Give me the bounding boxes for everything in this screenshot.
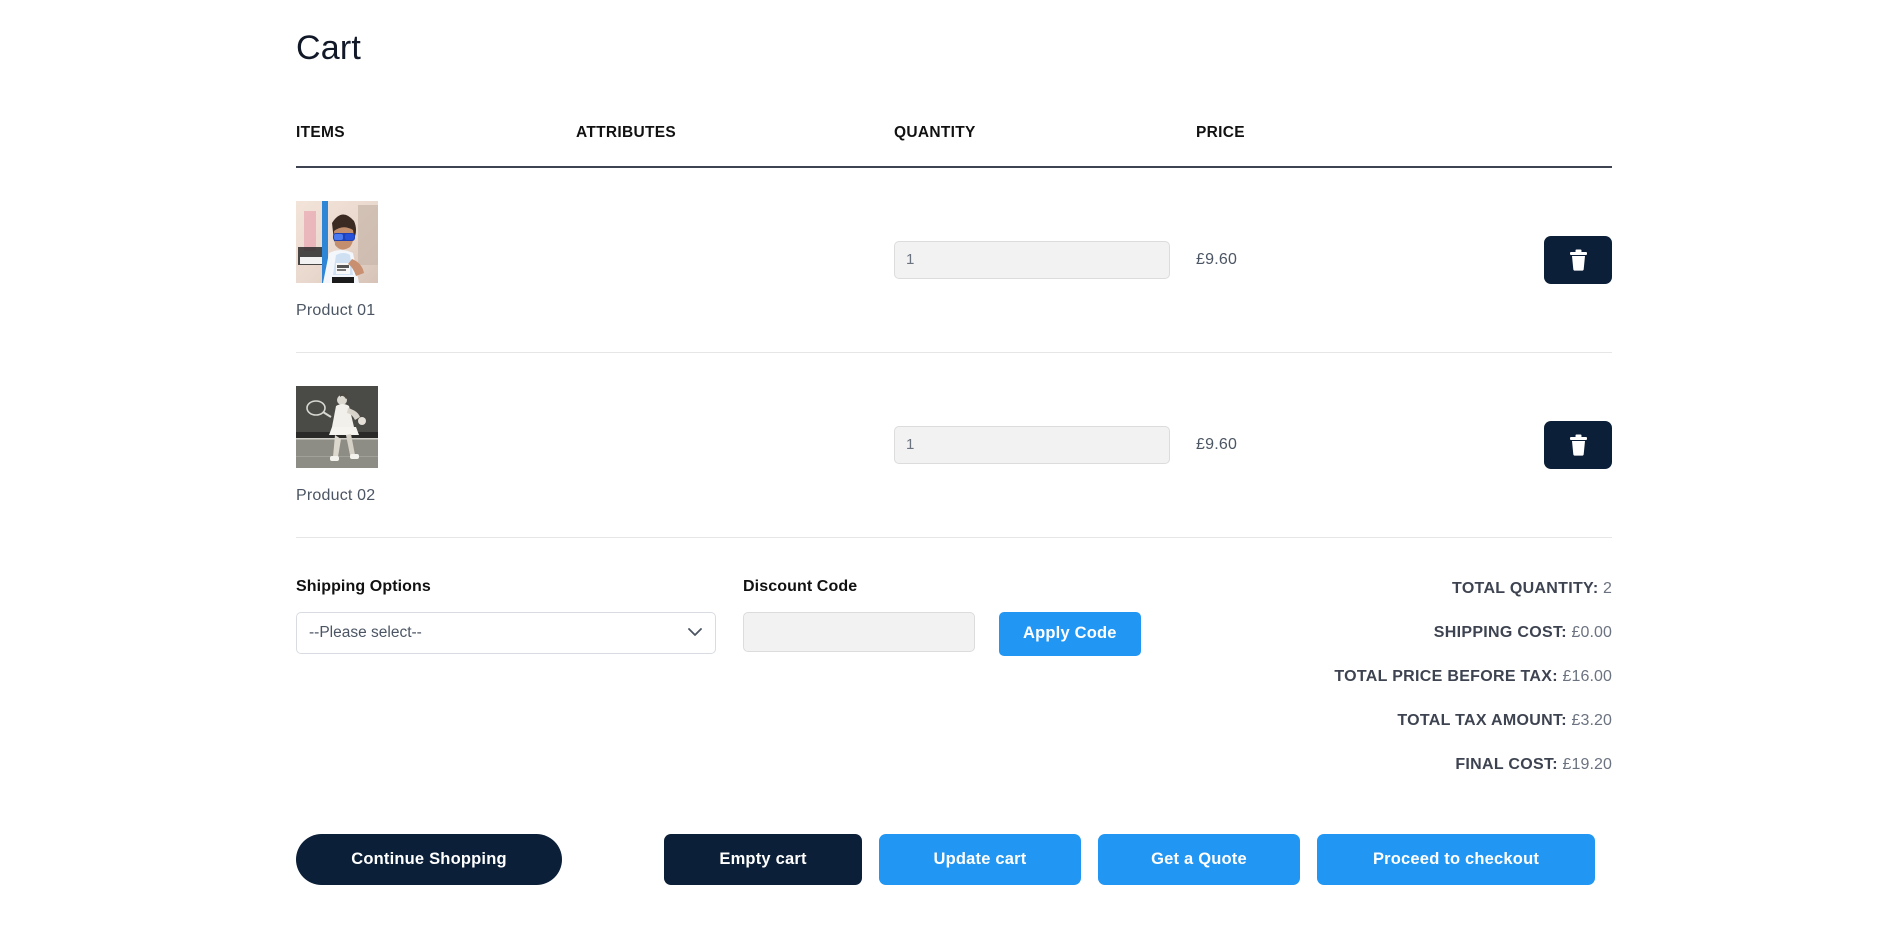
total-tax-amount-label: TOTAL TAX AMOUNT: (1397, 711, 1567, 729)
total-quantity-line: TOTAL QUANTITY: 2 (1173, 580, 1612, 598)
final-cost-value: £19.20 (1562, 755, 1612, 773)
trash-icon (1569, 434, 1588, 456)
table-row: Product 01 £9.60 (296, 168, 1612, 353)
quantity-input[interactable] (894, 240, 1170, 279)
column-header-attributes: ATTRIBUTES (576, 123, 677, 141)
shipping-options-select[interactable]: --Please select-- (296, 611, 716, 654)
discount-code-label: Discount Code (743, 577, 858, 595)
empty-cart-button[interactable]: Empty cart (664, 833, 862, 885)
table-row: Product 02 £9.60 (296, 353, 1612, 538)
total-price-before-tax-value: £16.00 (1562, 667, 1612, 685)
shipping-cost-label: SHIPPING COST: (1433, 623, 1567, 641)
discount-code-controls: Apply Code (743, 611, 1173, 656)
product-name: Product 02 (296, 487, 376, 505)
quantity-input[interactable] (894, 425, 1170, 464)
total-price-before-tax-line: TOTAL PRICE BEFORE TAX: £16.00 (1173, 668, 1612, 686)
cart-item-price: £9.60 (1196, 435, 1238, 453)
cart-table: ITEMS ATTRIBUTES QUANTITY PRICE Product … (296, 124, 1612, 538)
update-cart-button[interactable]: Update cart (879, 833, 1081, 885)
remove-item-button[interactable] (1544, 235, 1612, 284)
shipping-cost-line: SHIPPING COST: £0.00 (1173, 624, 1612, 642)
page-title: Cart (296, 29, 362, 67)
cart-item-cell: Product 02 (296, 362, 576, 527)
cart-item-quantity-cell (894, 425, 1196, 464)
get-a-quote-button[interactable]: Get a Quote (1098, 833, 1300, 885)
cart-page: Cart ITEMS ATTRIBUTES QUANTITY PRICE Pro… (0, 0, 1888, 929)
column-header-price: PRICE (1196, 123, 1245, 141)
cart-item-cell: Product 01 (296, 177, 576, 342)
discount-code-input[interactable] (743, 611, 975, 652)
cart-table-header: ITEMS ATTRIBUTES QUANTITY PRICE (296, 124, 1612, 168)
final-cost-line: FINAL COST: £19.20 (1173, 756, 1612, 774)
total-quantity-value: 2 (1603, 579, 1612, 597)
cart-item-price: £9.60 (1196, 250, 1238, 268)
column-header-items: ITEMS (296, 123, 345, 141)
shipping-cost-value: £0.00 (1571, 623, 1612, 641)
trash-icon (1569, 249, 1588, 271)
total-tax-amount-line: TOTAL TAX AMOUNT: £3.20 (1173, 712, 1612, 730)
cart-item-quantity-cell (894, 240, 1196, 279)
cart-action-buttons: Continue Shopping Empty cart Update cart… (296, 833, 1612, 925)
product-thumbnail-image[interactable] (296, 386, 378, 469)
continue-shopping-button[interactable]: Continue Shopping (296, 833, 562, 885)
total-tax-amount-value: £3.20 (1571, 711, 1612, 729)
proceed-to-checkout-button[interactable]: Proceed to checkout (1317, 833, 1595, 885)
shipping-options-label: Shipping Options (296, 577, 431, 595)
total-quantity-label: TOTAL QUANTITY: (1452, 579, 1599, 597)
cart-totals-summary: TOTAL QUANTITY: 2 SHIPPING COST: £0.00 T… (1173, 578, 1612, 774)
final-cost-label: FINAL COST: (1455, 755, 1558, 773)
discount-code-block: Discount Code Apply Code (743, 578, 1173, 656)
cart-item-action-cell (1496, 235, 1612, 284)
product-thumbnail-image[interactable] (296, 201, 378, 284)
remove-item-button[interactable] (1544, 420, 1612, 469)
cart-container: Cart ITEMS ATTRIBUTES QUANTITY PRICE Pro… (296, 0, 1612, 925)
product-name: Product 01 (296, 302, 376, 320)
column-header-quantity: QUANTITY (894, 123, 976, 141)
shipping-select-wrapper: --Please select-- (296, 611, 716, 654)
total-price-before-tax-label: TOTAL PRICE BEFORE TAX: (1334, 667, 1558, 685)
cart-item-action-cell (1496, 420, 1612, 469)
cart-options-row: Shipping Options --Please select-- Disco… (296, 578, 1612, 774)
apply-code-button[interactable]: Apply Code (999, 611, 1141, 656)
shipping-options-block: Shipping Options --Please select-- (296, 578, 743, 654)
